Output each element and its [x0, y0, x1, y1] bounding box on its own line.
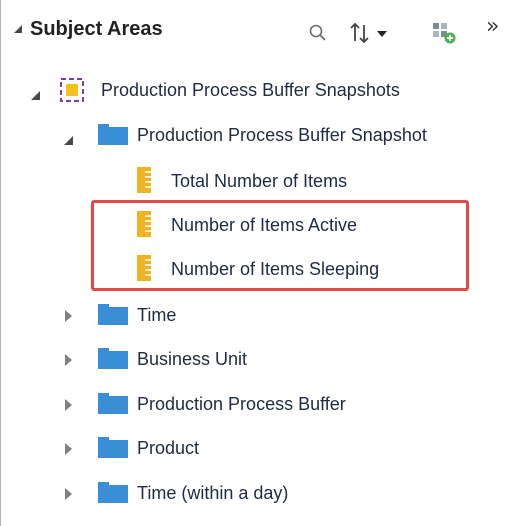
panel-header: Subject Areas » — [2, 0, 509, 60]
tree-node-subject-area[interactable]: Production Process Buffer Snapshots — [1, 70, 509, 110]
sort-icon[interactable] — [350, 21, 400, 45]
tree-node-folder-time-within-day[interactable]: Time (within a day) — [1, 473, 509, 513]
highlight-annotation-box — [91, 200, 469, 291]
tree-node-label: Product — [137, 438, 200, 458]
subject-area-icon — [60, 78, 84, 102]
tree-node-measure[interactable]: Total Number of Items — [1, 161, 509, 201]
tree-node-label: Time (within a day) — [137, 483, 289, 503]
collapse-triangle-icon[interactable] — [14, 25, 22, 33]
expand-triangle-icon[interactable] — [65, 488, 72, 500]
tree-node-label: Production Process Buffer — [137, 394, 346, 414]
tree-node-label: Total Number of Items — [171, 171, 348, 191]
expand-triangle-icon[interactable] — [31, 91, 40, 100]
expand-triangle-icon[interactable] — [65, 354, 72, 366]
expand-triangle-icon[interactable] — [65, 443, 72, 455]
expand-triangle-icon[interactable] — [65, 399, 72, 411]
folder-icon — [98, 124, 128, 145]
folder-icon — [98, 482, 128, 503]
search-icon[interactable] — [306, 22, 330, 46]
tree-node-label: Business Unit — [137, 349, 248, 369]
folder-icon — [98, 304, 128, 325]
tree-node-folder-time[interactable]: Time — [1, 295, 509, 335]
tree-node-folder-product[interactable]: Product — [1, 428, 509, 468]
folder-icon — [98, 437, 128, 458]
add-subject-area-icon[interactable] — [432, 21, 458, 45]
tree-node-folder-business-unit[interactable]: Business Unit — [1, 339, 509, 379]
measure-icon — [137, 167, 151, 193]
folder-icon — [98, 393, 128, 414]
expand-triangle-icon[interactable] — [64, 136, 73, 145]
tree-node-folder-production-process-buffer[interactable]: Production Process Buffer — [1, 384, 509, 424]
panel-title: Subject Areas — [30, 18, 163, 40]
tree-node-folder-snapshot[interactable]: Production Process Buffer Snapshot — [1, 115, 509, 155]
tree-node-label: Time — [137, 305, 177, 325]
more-chevrons-icon[interactable]: » — [486, 14, 500, 39]
tree-node-label: Production Process Buffer Snapshot — [137, 125, 427, 145]
tree-node-label: Production Process Buffer Snapshots — [101, 80, 400, 100]
folder-icon — [98, 348, 128, 369]
subject-areas-panel: Subject Areas » Production Process Buffe… — [0, 0, 509, 526]
expand-triangle-icon[interactable] — [65, 310, 72, 322]
